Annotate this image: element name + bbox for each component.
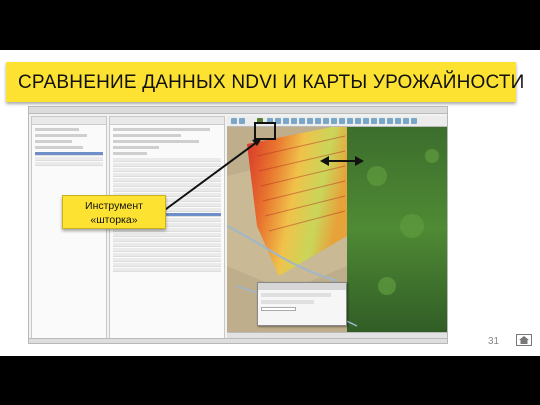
- curtain-tool-callout: Инструмент «шторка»: [62, 195, 166, 229]
- tool-icon[interactable]: [395, 118, 401, 124]
- table-row[interactable]: [113, 163, 221, 167]
- slide-title: СРАВНЕНИЕ ДАННЫХ NDVI И КАРТЫ УРОЖАЙНОСТ…: [18, 72, 525, 93]
- tool-icon[interactable]: [411, 118, 417, 124]
- list-item[interactable]: [35, 152, 103, 156]
- tool-icon[interactable]: [347, 118, 353, 124]
- slide: СРАВНЕНИЕ ДАННЫХ NDVI И КАРТЫ УРОЖАЙНОСТ…: [0, 0, 540, 405]
- curtain-tool-icon[interactable]: [257, 118, 263, 124]
- table-row[interactable]: [113, 178, 221, 182]
- table-row[interactable]: [113, 253, 221, 257]
- tool-icon[interactable]: [291, 118, 297, 124]
- list-item[interactable]: [35, 162, 103, 166]
- table-row[interactable]: [113, 248, 221, 252]
- table-row[interactable]: [113, 183, 221, 187]
- tool-icon[interactable]: [299, 118, 305, 124]
- tool-icon[interactable]: [331, 118, 337, 124]
- tool-icon[interactable]: [403, 118, 409, 124]
- table-row[interactable]: [113, 268, 221, 272]
- table-row[interactable]: [113, 263, 221, 267]
- callout-line-2: «шторка»: [90, 214, 138, 226]
- page-number: 31: [488, 336, 500, 347]
- tool-icon[interactable]: [387, 118, 393, 124]
- tool-icon[interactable]: [371, 118, 377, 124]
- map-toolbar: [227, 116, 447, 127]
- tool-icon[interactable]: [315, 118, 321, 124]
- home-icon[interactable]: [516, 334, 532, 346]
- callout-line-1: Инструмент: [85, 200, 143, 212]
- map-view[interactable]: [227, 116, 447, 340]
- tool-icon[interactable]: [339, 118, 345, 124]
- table-row[interactable]: [113, 243, 221, 247]
- table-row[interactable]: [113, 233, 221, 237]
- tool-icon[interactable]: [283, 118, 289, 124]
- ndvi-dialog: [257, 282, 347, 326]
- table-row[interactable]: [113, 258, 221, 262]
- table-row[interactable]: [113, 158, 221, 162]
- tool-icon[interactable]: [379, 118, 385, 124]
- list-item[interactable]: [35, 157, 103, 161]
- table-row[interactable]: [113, 173, 221, 177]
- table-row[interactable]: [113, 238, 221, 242]
- tool-icon[interactable]: [267, 118, 273, 124]
- tool-icon[interactable]: [355, 118, 361, 124]
- tool-icon[interactable]: [231, 118, 237, 124]
- table-row[interactable]: [113, 168, 221, 172]
- tool-icon[interactable]: [307, 118, 313, 124]
- tool-icon[interactable]: [323, 118, 329, 124]
- app-bottom-bar: [29, 338, 447, 343]
- tool-icon[interactable]: [363, 118, 369, 124]
- table-row[interactable]: [113, 188, 221, 192]
- tool-icon[interactable]: [275, 118, 281, 124]
- window-titlebar: [29, 107, 447, 114]
- tool-icon[interactable]: [239, 118, 245, 124]
